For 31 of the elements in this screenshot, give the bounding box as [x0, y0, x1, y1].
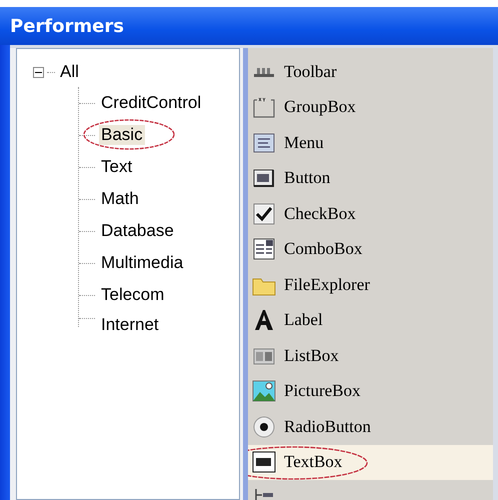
- tree-item[interactable]: CreditControl: [99, 93, 204, 113]
- checkmark-icon: [252, 202, 276, 226]
- window-title: Performers: [0, 7, 498, 45]
- group-box-icon: [252, 95, 276, 120]
- tree-item[interactable]: Internet: [99, 315, 161, 335]
- tree-item[interactable]: Database: [99, 221, 176, 241]
- text-box-icon: [252, 450, 276, 474]
- component-item[interactable]: FileExplorer: [248, 267, 493, 302]
- tree-item[interactable]: All: [58, 62, 81, 82]
- tree-item[interactable]: Math: [99, 189, 141, 209]
- component-item[interactable]: ListBox: [248, 338, 493, 374]
- tree-item[interactable]: Multimedia: [99, 253, 186, 273]
- collapse-toggle[interactable]: [33, 66, 44, 78]
- combo-box-icon: [252, 237, 276, 262]
- component-item[interactable]: RadioButton: [248, 409, 493, 444]
- component-item[interactable]: Button: [248, 160, 493, 196]
- component-item[interactable]: Menu: [248, 125, 493, 160]
- component-item[interactable]: TextBox: [248, 444, 493, 480]
- tree-item[interactable]: Text: [99, 157, 134, 177]
- component-item[interactable]: CheckBox: [248, 196, 493, 232]
- component-item[interactable]: ComboBox: [248, 232, 493, 267]
- tree-item[interactable]: Basic: [99, 125, 145, 145]
- radio-button-icon: [252, 414, 276, 439]
- component-item[interactable]: GroupBox: [248, 90, 493, 125]
- component-item[interactable]: PictureBox: [248, 374, 493, 409]
- letter-a-icon: [252, 308, 276, 332]
- menu-icon: [252, 130, 276, 155]
- component-item[interactable]: Label: [248, 302, 493, 338]
- tree-item[interactable]: Telecom: [99, 285, 166, 305]
- component-item[interactable]: Toolbar: [248, 54, 493, 90]
- landscape-picture-icon: [252, 379, 276, 404]
